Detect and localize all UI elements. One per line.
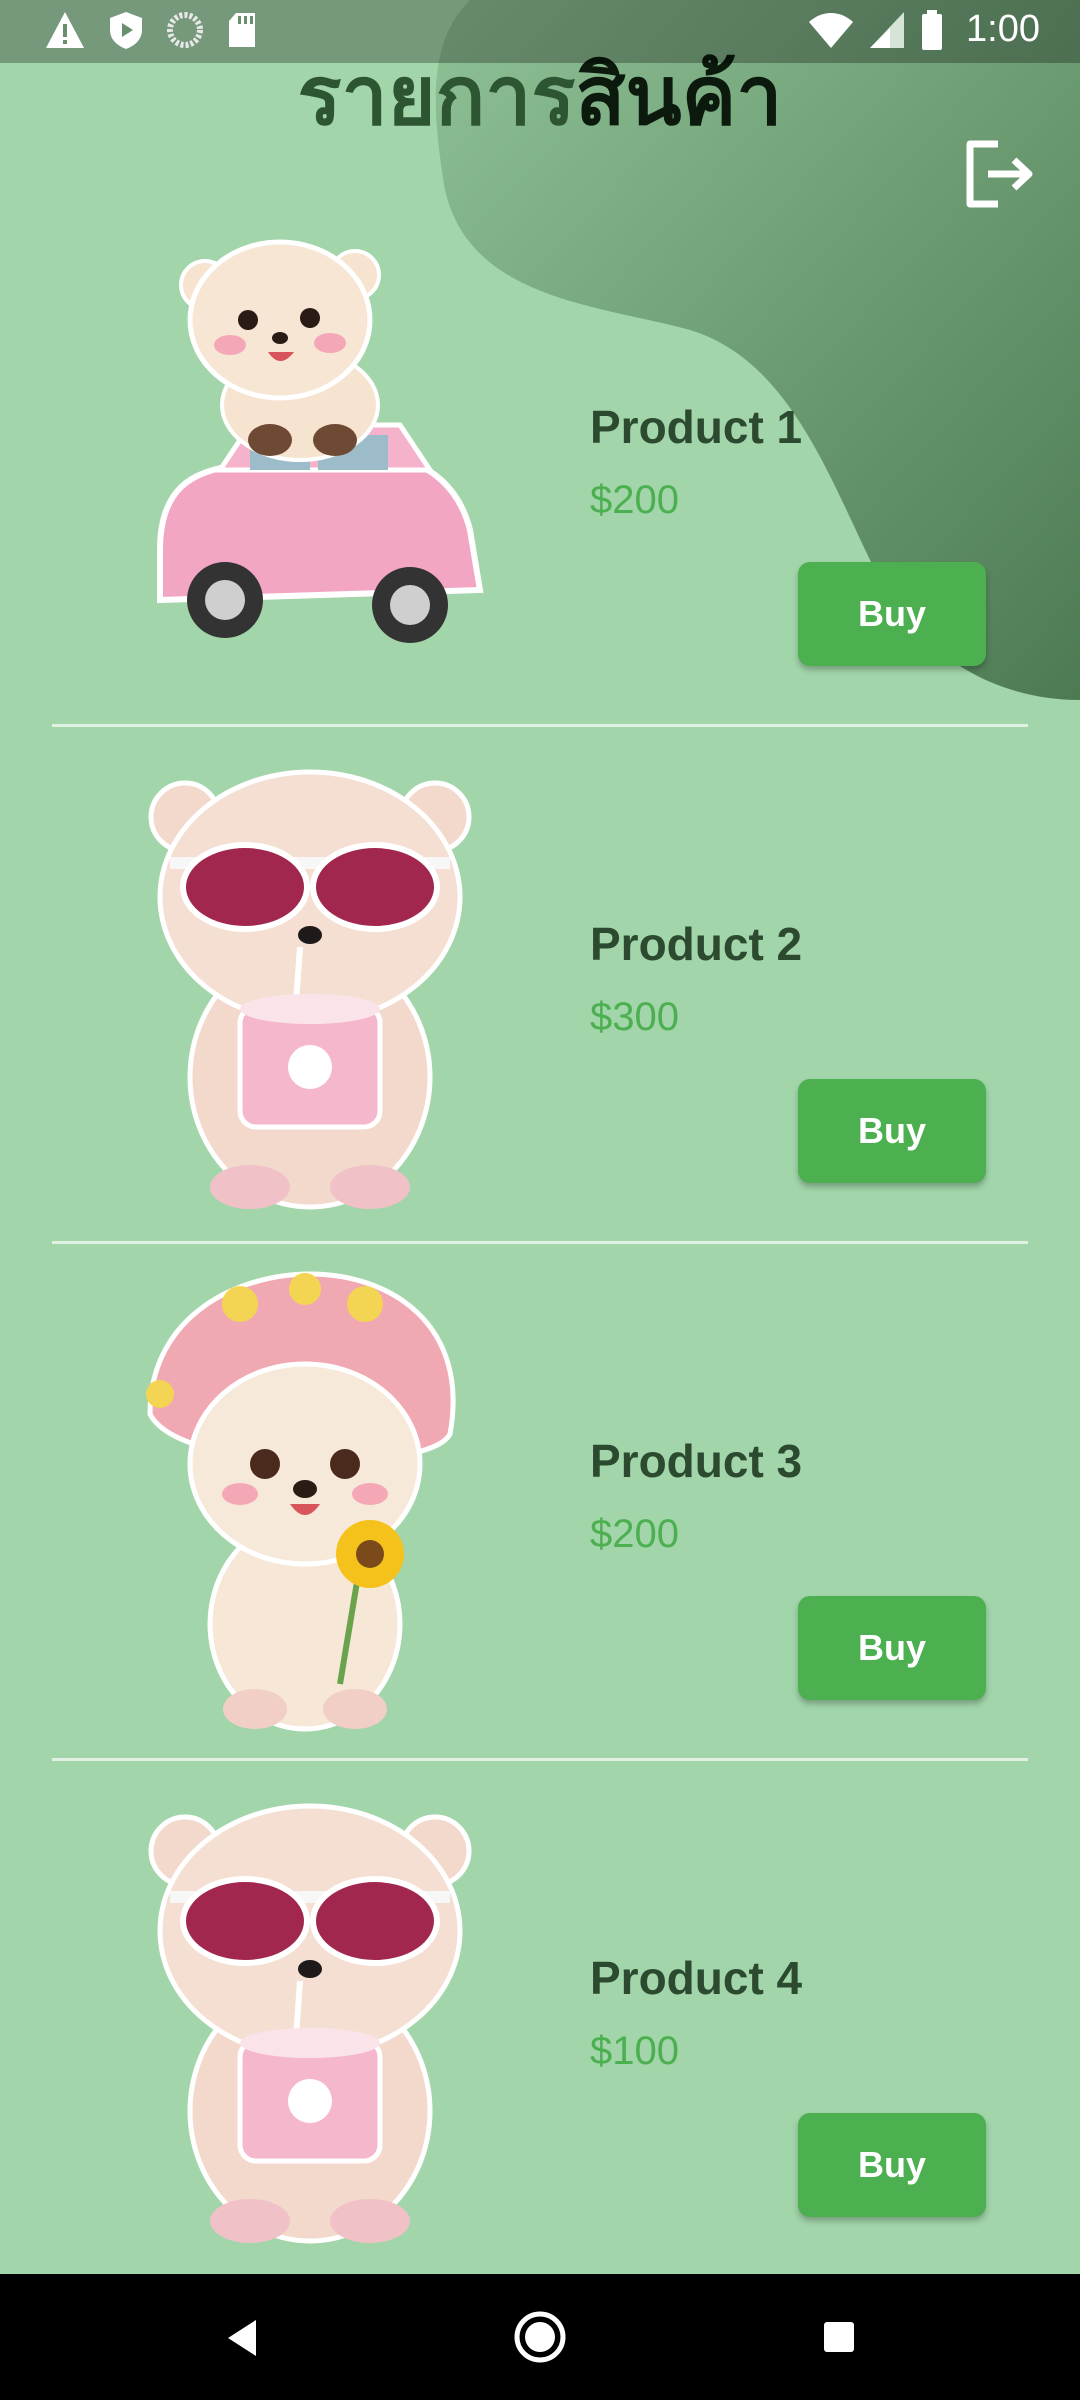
product-price: $300 [590,995,679,1039]
status-bar: 1:00 [0,0,1080,63]
product-name: Product 1 [590,401,803,453]
buy-button[interactable]: Buy [798,1596,986,1700]
product-name: Product 2 [590,918,803,970]
product-row: Product 3 $200 Buy [0,1244,1080,1761]
product-row: Product 2 $300 Buy [0,727,1080,1244]
loading-icon [167,12,203,48]
bear-with-flower-hat-and-sunflower-image [146,1271,456,1732]
buy-button[interactable]: Buy [798,562,986,666]
buy-button[interactable]: Buy [798,2113,986,2217]
signal-icon [870,11,905,48]
bear-with-sunglasses-and-drink-image [148,769,472,1210]
recents-icon[interactable] [822,2320,856,2354]
product-row: Product 4 $100 Buy [0,1761,1080,2278]
navigation-bar [0,2274,1080,2400]
shield-play-icon [110,12,142,49]
buy-button[interactable]: Buy [798,1079,986,1183]
bear-with-sunglasses-and-drink-image [148,1803,472,2244]
product-price: $200 [590,1512,679,1556]
sd-card-icon [229,13,255,47]
page-title-part-2: สินค้า [575,49,783,144]
back-icon[interactable] [222,2316,262,2360]
bear-on-pink-car-image [157,239,484,643]
product-name: Product 4 [590,1952,803,2004]
product-row: Product 1 $200 Buy [0,210,1080,727]
status-right-icons: 1:00 [808,8,1040,51]
home-icon[interactable] [513,2310,567,2364]
product-price: $200 [590,478,679,522]
battery-icon [922,9,943,50]
page-title-part-1: รายการ [297,49,576,144]
clock: 1:00 [966,8,1040,50]
logout-icon[interactable] [958,134,1038,214]
product-name: Product 3 [590,1435,803,1487]
status-left-icons [44,10,258,50]
wifi-icon [809,12,854,48]
product-price: $100 [590,2029,679,2073]
product-list: Product 1 $200 Buy Product 2 $300 Buy Pr… [0,210,1080,2278]
warning-icon [46,12,84,48]
